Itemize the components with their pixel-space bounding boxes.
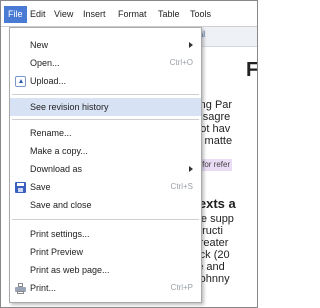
upload-icon: [15, 76, 26, 87]
menu-item-label: Download as: [30, 164, 83, 174]
submenu-arrow-icon: [189, 42, 193, 48]
menu-separator: [12, 94, 199, 95]
menu-item-label: Save and close: [30, 200, 92, 210]
file-menu-dropdown: New Open... Ctrl+O Upload... See revisio…: [9, 27, 202, 303]
menu-separator: [12, 219, 199, 220]
menu-item-print-preview[interactable]: Print Preview: [10, 243, 201, 261]
menu-view[interactable]: View: [54, 8, 73, 21]
menu-item-upload[interactable]: Upload...: [10, 72, 201, 90]
menu-item-label: Print as web page...: [30, 265, 110, 275]
menu-item-print-as-web-page[interactable]: Print as web page...: [10, 261, 201, 279]
menu-item-label: Upload...: [30, 76, 67, 86]
shortcut-label: Ctrl+S: [170, 182, 193, 191]
menu-file[interactable]: File: [4, 6, 27, 23]
shortcut-label: Ctrl+O: [169, 58, 193, 67]
menu-item-print-settings[interactable]: Print settings...: [10, 225, 201, 243]
menu-item-revision-history[interactable]: See revision history: [10, 98, 201, 116]
document-title: F: [246, 59, 258, 81]
menu-insert[interactable]: Insert: [83, 8, 106, 21]
menu-item-label: Open...: [30, 58, 60, 68]
printer-icon: [15, 283, 26, 294]
menu-item-label: Make a copy...: [30, 146, 88, 156]
shortcut-label: Ctrl+P: [170, 283, 193, 292]
menu-item-make-copy[interactable]: Make a copy...: [10, 142, 201, 160]
menu-item-label: Print settings...: [30, 229, 90, 239]
menu-edit[interactable]: Edit: [30, 8, 46, 21]
menu-bar: File Edit View Insert Format Table Tools: [1, 1, 257, 27]
menu-item-print[interactable]: Print... Ctrl+P: [10, 279, 201, 297]
menu-item-label: Save: [30, 182, 51, 192]
menu-item-save-and-close[interactable]: Save and close: [10, 196, 201, 214]
menu-item-label: Print Preview: [30, 247, 84, 257]
menu-item-new[interactable]: New: [10, 36, 201, 54]
window: File Edit View Insert Format Table Tools…: [0, 0, 258, 308]
menu-item-label: Print...: [30, 283, 57, 293]
save-icon: [15, 182, 26, 193]
submenu-arrow-icon: [189, 166, 193, 172]
menu-tools[interactable]: Tools: [190, 8, 211, 21]
menu-item-label: Rename...: [30, 128, 72, 138]
menu-item-label: New: [30, 40, 49, 50]
menu-item-save[interactable]: Save Ctrl+S: [10, 178, 201, 196]
menu-item-rename[interactable]: Rename...: [10, 124, 201, 142]
menu-format[interactable]: Format: [118, 8, 147, 21]
menu-item-download-as[interactable]: Download as: [10, 160, 201, 178]
menu-item-label: See revision history: [30, 102, 109, 112]
menu-item-open[interactable]: Open... Ctrl+O: [10, 54, 201, 72]
menu-separator: [12, 119, 199, 120]
menu-table[interactable]: Table: [158, 8, 180, 21]
